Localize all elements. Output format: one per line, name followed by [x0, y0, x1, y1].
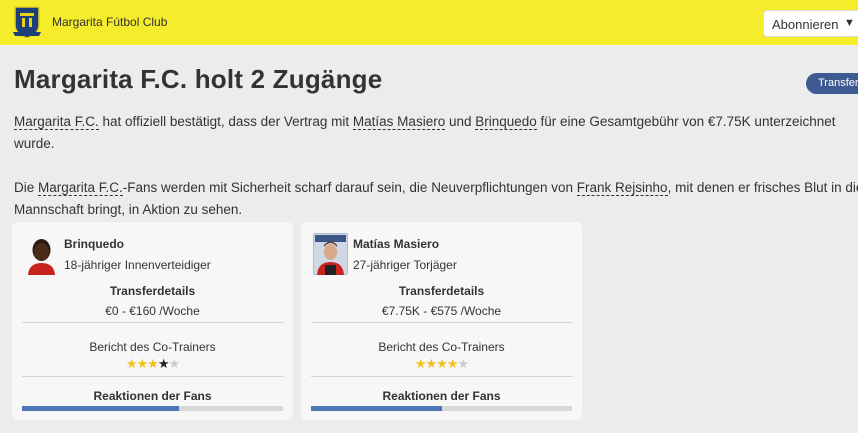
fans-reaction-fill — [22, 406, 179, 411]
half-star-icon: ★ — [157, 356, 170, 371]
player-photo[interactable] — [313, 233, 348, 275]
p1-text-2: und — [445, 114, 476, 129]
coach-rating-stars: ★★★★★ — [12, 356, 293, 372]
transfer-details-title: Transferdetails — [109, 284, 196, 298]
follow-button-label: Abonnieren — [772, 17, 839, 32]
follow-button[interactable]: Abonnieren ▼ — [763, 10, 858, 37]
transfer-fee: €0 - €160 /Woche — [105, 304, 200, 318]
coach-rating-stars: ★★★★★ — [301, 356, 582, 372]
divider — [311, 376, 573, 377]
article-paragraph-2: Die Margarita F.C.-Fans werden mit Siche… — [14, 177, 858, 221]
divider — [311, 322, 573, 323]
star-icon: ★ — [147, 356, 159, 371]
article-paragraph-1: Margarita F.C. hat offiziell bestätigt, … — [14, 111, 858, 155]
article-headline: Margarita F.C. holt 2 Zugänge — [14, 64, 383, 94]
p2-text-2: -Fans werden mit Sicherheit scharf darau… — [122, 180, 577, 195]
star-icon: ★ — [425, 356, 438, 371]
top-bar: Margarita Fútbol Club Abonnieren ▼ — [0, 0, 858, 45]
club-name[interactable]: Margarita Fútbol Club — [52, 15, 167, 29]
club-link[interactable]: Margarita F.C. — [14, 114, 99, 130]
category-tag[interactable]: Transfers — [806, 73, 858, 94]
fans-reaction-bar — [311, 406, 572, 411]
divider — [22, 376, 284, 377]
fans-reaction-title: Reaktionen der Fans — [93, 389, 212, 403]
transfer-fee: €7.75K - €575 /Woche — [381, 304, 502, 318]
player-role: 18-jähriger Innenverteidiger — [64, 258, 211, 272]
player-role: 27-jähriger Torjäger — [353, 258, 457, 272]
manager-link[interactable]: Frank Rejsinho — [576, 180, 668, 196]
player-name[interactable]: Brinquedo — [64, 237, 124, 251]
empty-star-icon: ★ — [457, 356, 469, 371]
player-card-brinquedo: Brinquedo 18-jähriger Innenverteidiger T… — [12, 222, 293, 420]
player-link-brinquedo[interactable]: Brinquedo — [475, 114, 537, 130]
star-icon: ★ — [446, 356, 459, 371]
player-name[interactable]: Matías Masiero — [353, 237, 439, 251]
chevron-down-icon: ▼ — [844, 17, 855, 29]
star-icon: ★ — [136, 356, 149, 371]
player-photo[interactable] — [24, 233, 59, 275]
club-crest-icon[interactable] — [12, 5, 42, 39]
divider — [22, 322, 284, 323]
star-icon: ★ — [436, 356, 448, 371]
transfer-details-title: Transferdetails — [398, 284, 485, 298]
empty-star-icon: ★ — [168, 356, 180, 371]
p2-text-1: Die — [14, 180, 39, 195]
coach-report-title: Bericht des Co-Trainers — [378, 340, 505, 354]
player-link-masiero[interactable]: Matías Masiero — [352, 114, 446, 130]
fans-reaction-title: Reaktionen der Fans — [382, 389, 501, 403]
star-icon: ★ — [125, 356, 138, 371]
player-card-masiero: Matías Masiero 27-jähriger Torjäger Tran… — [301, 222, 582, 420]
p1-text-1: hat offiziell bestätigt, dass der Vertra… — [98, 114, 353, 129]
coach-report-title: Bericht des Co-Trainers — [89, 340, 216, 354]
star-icon: ★ — [414, 356, 427, 371]
fans-reaction-bar — [22, 406, 283, 411]
club-link[interactable]: Margarita F.C. — [38, 180, 123, 196]
fans-reaction-fill — [311, 406, 442, 411]
